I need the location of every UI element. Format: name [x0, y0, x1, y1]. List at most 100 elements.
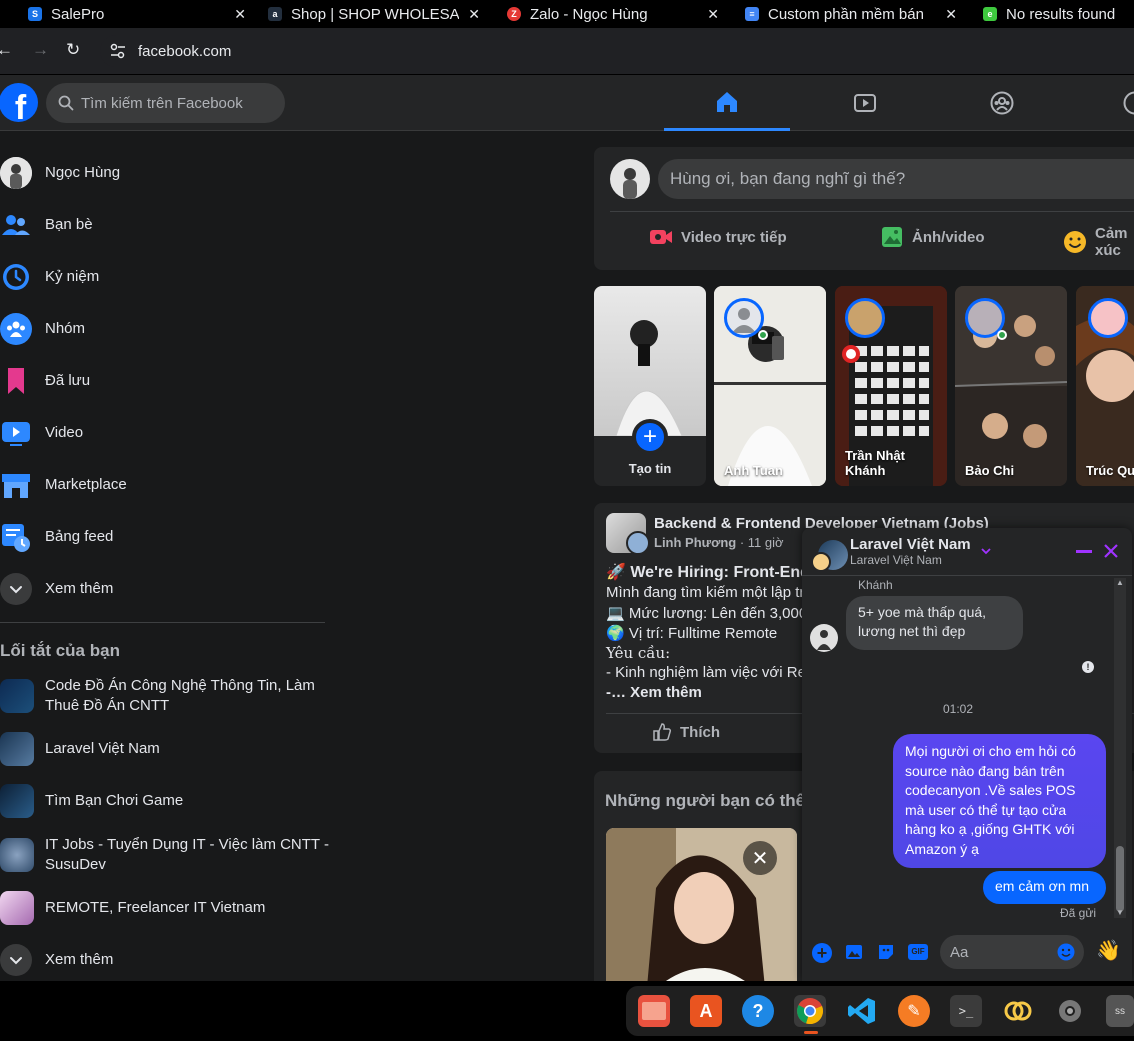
more-actions-plus-icon[interactable]: + [812, 943, 832, 963]
close-tab-icon[interactable]: ✕ [468, 6, 480, 23]
like-button[interactable]: Thích [652, 722, 720, 742]
sticker-icon[interactable] [876, 942, 896, 962]
gif-icon[interactable]: GIF [908, 944, 928, 960]
running-indicator [804, 1031, 818, 1034]
close-tab-icon[interactable]: ✕ [707, 6, 719, 23]
vscode-icon[interactable] [846, 995, 878, 1027]
chevron-down-icon[interactable] [980, 546, 992, 556]
scrollbar-thumb[interactable] [1116, 846, 1124, 912]
scroll-up-arrow-icon[interactable]: ▲ [1116, 578, 1124, 587]
group-thumbnail [0, 891, 34, 925]
add-story-icon[interactable]: + [632, 419, 668, 455]
author-avatar[interactable] [626, 531, 650, 555]
sidebar-item-marketplace[interactable]: Marketplace [0, 469, 330, 501]
close-icon[interactable] [1102, 542, 1120, 560]
facebook-logo-icon[interactable]: f [0, 83, 38, 122]
post-time[interactable]: 11 giờ [748, 535, 784, 550]
chat-scrollbar[interactable]: ▲ ▼ [1114, 578, 1126, 918]
composer-input[interactable]: Hùng ơi, bạn đang nghĩ gì thế? [658, 159, 1134, 199]
nav-home[interactable] [664, 75, 790, 131]
gaming-icon [1123, 91, 1134, 115]
sidebar-item-video[interactable]: Video [0, 417, 330, 449]
message-sender: Khánh [858, 578, 893, 592]
settings-icon[interactable] [1054, 995, 1086, 1027]
site-settings-icon[interactable] [108, 42, 128, 60]
tab-title: Zalo - Ngọc Hùng [530, 5, 648, 23]
sidebar-item-saved[interactable]: Đã lưu [0, 365, 330, 397]
shortcut-code-do-an[interactable]: Code Đồ Án Công Nghệ Thông Tin, Làm Thuê… [0, 676, 330, 716]
sender-avatar[interactable] [810, 624, 838, 652]
groups-icon [990, 91, 1014, 115]
incoming-message[interactable]: 5+ yoe mà thấp quá, lương net thì đẹp [846, 596, 1023, 650]
help-icon[interactable]: ? [742, 995, 774, 1027]
close-tab-icon[interactable]: ✕ [945, 6, 957, 23]
sidebar-item-feeds[interactable]: Bảng feed [0, 521, 330, 553]
scroll-down-arrow-icon[interactable]: ▼ [1116, 908, 1124, 917]
nav-more[interactable] [1070, 75, 1134, 131]
address-bar[interactable]: facebook.com [100, 35, 1134, 67]
emoji-icon[interactable] [1056, 942, 1076, 962]
dismiss-suggestion-close-icon[interactable]: ✕ [743, 841, 777, 875]
feeling-button[interactable]: Cảm xúc [1063, 225, 1134, 259]
photo-video-label: Ảnh/video [912, 228, 985, 246]
close-tab-icon[interactable]: ✕ [234, 6, 246, 23]
app-store-icon[interactable]: A [690, 995, 722, 1027]
outgoing-message[interactable]: em cảm ơn mn [983, 871, 1106, 904]
avatar[interactable] [610, 159, 650, 199]
shortcut-game[interactable]: Tìm Bạn Chơi Game [0, 784, 330, 818]
nav-watch[interactable] [802, 75, 928, 131]
sidebar-item-groups[interactable]: Nhóm [0, 313, 330, 345]
shortcuts-see-more[interactable]: Xem thêm [0, 944, 330, 976]
minimize-icon[interactable] [1076, 550, 1092, 553]
search-input[interactable] [81, 94, 281, 112]
salepro-favicon-icon: S [28, 7, 42, 21]
nav-groups[interactable] [939, 75, 1065, 131]
reload-icon[interactable]: ↻ [66, 40, 80, 60]
shortcut-label: Code Đồ Án Công Nghệ Thông Tin, Làm Thuê… [45, 677, 315, 714]
shortcut-laravel[interactable]: Laravel Việt Nam [0, 732, 330, 766]
docs-favicon-icon: ≡ [745, 7, 759, 21]
browser-tab-noresults[interactable]: e No results found [983, 0, 1134, 28]
chat-title[interactable]: Laravel Việt Nam [850, 536, 971, 553]
avatar [0, 157, 32, 189]
post-author[interactable]: Linh Phương [654, 535, 736, 550]
story-bao-chi[interactable]: Bảo Chi [955, 286, 1067, 486]
story-create[interactable]: + Tạo tin [594, 286, 706, 486]
browser-tab-custom[interactable]: ≡ Custom phần mềm bán ✕ [745, 0, 957, 28]
story-label: Trần Nhật Khánh [845, 448, 905, 478]
browser-tab-shop[interactable]: a Shop | SHOP WHOLESALE ✕ [268, 0, 480, 28]
sidebar-item-friends[interactable]: Bạn bè [0, 209, 330, 241]
dingtalk-icon[interactable] [1002, 995, 1034, 1027]
wave-icon[interactable]: 👋 [1096, 938, 1121, 963]
chrome-icon[interactable] [794, 995, 826, 1027]
back-arrow-icon[interactable]: ← [0, 40, 13, 60]
tab-title: No results found [1006, 5, 1116, 23]
live-video-button[interactable]: Video trực tiếp [649, 225, 787, 249]
story-anh-tuan[interactable]: Anh Tuan [714, 286, 826, 486]
shortcut-remote[interactable]: REMOTE, Freelancer IT Vietnam [0, 891, 330, 925]
feeling-label: Cảm xúc [1095, 225, 1128, 259]
search-box[interactable] [46, 83, 285, 123]
browser-tab-zalo[interactable]: Z Zalo - Ngọc Hùng ✕ [507, 0, 719, 28]
sidebar-item-label: Bạn bè [45, 216, 93, 233]
story-tran-nhat-khanh[interactable]: Trần Nhật Khánh [835, 286, 947, 486]
screenshot-icon[interactable]: ss [1106, 995, 1134, 1027]
outgoing-message[interactable]: Mọi người ơi cho em hỏi có source nào đa… [893, 734, 1106, 868]
story-truc-quynh[interactable]: Trúc Quỳnh [1076, 286, 1134, 486]
paint-icon[interactable]: ✎ [898, 995, 930, 1027]
files-icon[interactable] [638, 995, 670, 1027]
photo-video-button[interactable]: Ảnh/video [880, 225, 985, 249]
terminal-icon[interactable]: >_ [950, 995, 982, 1027]
sidebar-see-more[interactable]: Xem thêm [0, 573, 330, 605]
browser-tab-salepro[interactable]: S SalePro ✕ [28, 0, 246, 28]
sidebar-divider [0, 622, 325, 623]
sidebar-item-memories[interactable]: Kỷ niệm [0, 261, 330, 293]
forward-arrow-icon[interactable]: → [32, 40, 49, 60]
sidebar-item-profile[interactable]: Ngọc Hùng [0, 157, 330, 189]
zalo-favicon-icon: Z [507, 7, 521, 21]
chat-window: Laravel Việt Nam Laravel Việt Nam Khánh … [802, 528, 1132, 981]
image-icon[interactable] [844, 942, 864, 962]
see-more-link[interactable]: -… Xem thêm [606, 684, 702, 701]
post-line: 🚀 We're Hiring: Front-End [606, 564, 810, 581]
shortcut-it-jobs[interactable]: IT Jobs - Tuyển Dụng IT - Việc làm CNTT … [0, 835, 330, 875]
